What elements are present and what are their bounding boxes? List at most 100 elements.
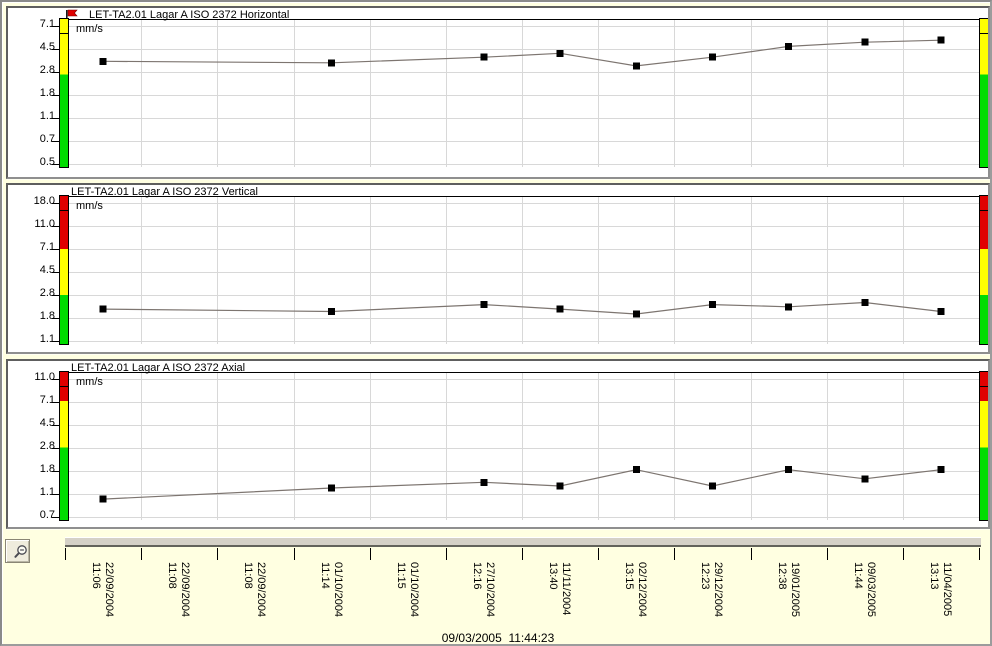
y-axis-tick-label: 7.1 [11, 241, 55, 254]
x-axis-tick [522, 548, 523, 560]
x-axis-label-time: 11:06 [89, 562, 102, 617]
x-axis-label-time: 12:23 [698, 562, 711, 617]
x-axis-label-time: 13:15 [622, 562, 635, 617]
data-point-marker[interactable] [557, 50, 564, 57]
gridlines [69, 197, 980, 344]
x-axis-tick [979, 548, 980, 560]
data-point-marker[interactable] [633, 62, 640, 69]
y-axis-tick-label: 7.1 [11, 18, 55, 31]
data-point-marker[interactable] [709, 54, 716, 61]
x-axis-tick [903, 548, 904, 560]
x-axis-label: 01/10/200411:15 [394, 562, 420, 617]
x-axis-label-date: 29/12/2004 [711, 562, 724, 617]
trend-chart-panel-vertical: LET-TA2.01 Lagar A ISO 2372 Vertical18.0… [6, 183, 990, 354]
x-axis-label-date: 22/09/2004 [102, 562, 115, 617]
x-axis-label: 22/09/200411:08 [165, 562, 191, 617]
alarm-zone-bar-left [59, 195, 69, 345]
data-point-marker[interactable] [861, 475, 868, 482]
data-point-marker[interactable] [937, 308, 944, 315]
x-axis-label: 11/11/200413:40 [546, 562, 572, 615]
x-axis-label-time: 12:38 [775, 562, 788, 617]
y-axis-tick-label: 2.8 [11, 64, 55, 77]
data-point-marker[interactable] [633, 311, 640, 318]
data-point-marker[interactable] [785, 303, 792, 310]
x-axis-tick [751, 548, 752, 560]
chart-plot-area[interactable] [8, 361, 988, 527]
data-point-marker[interactable] [480, 301, 487, 308]
data-point-marker[interactable] [709, 301, 716, 308]
data-point-marker[interactable] [480, 54, 487, 61]
y-axis-tick-label: 18.0 [11, 195, 55, 208]
data-point-marker[interactable] [100, 306, 107, 313]
x-axis-tick [370, 548, 371, 560]
y-axis-tick-label: 1.8 [11, 310, 55, 323]
unit-label: mm/s [76, 376, 103, 388]
data-point-marker[interactable] [557, 483, 564, 490]
x-axis-label: 27/10/200412:16 [470, 562, 496, 617]
x-axis-label: 02/12/200413:15 [622, 562, 648, 617]
data-point-marker[interactable] [100, 58, 107, 65]
x-axis-label: 11/04/200513:13 [927, 562, 953, 616]
x-axis-label-time: 11:15 [394, 562, 407, 617]
x-axis-area: 22/09/200411:0622/09/200411:0822/09/2004… [2, 536, 992, 646]
x-axis-label: 22/09/200411:06 [89, 562, 115, 617]
x-axis-label-time: 11:08 [241, 562, 254, 617]
x-axis-label-date: 02/12/2004 [635, 562, 648, 617]
x-axis-label-date: 22/09/2004 [254, 562, 267, 617]
x-axis-tick [598, 548, 599, 560]
y-axis-tick-label: 0.7 [11, 133, 55, 146]
x-axis-tick [294, 548, 295, 560]
magnifier-minus-icon [12, 544, 29, 561]
x-axis-label-time: 11:08 [165, 562, 178, 617]
gridlines [69, 20, 980, 167]
x-axis-label-date: 11/11/2004 [559, 562, 572, 615]
x-axis-label-date: 19/01/2005 [788, 562, 801, 617]
data-point-marker[interactable] [328, 485, 335, 492]
data-point-marker[interactable] [861, 299, 868, 306]
unit-label: mm/s [76, 200, 103, 212]
x-axis-label: 29/12/200412:23 [698, 562, 724, 617]
alarm-zone-bar-left [59, 371, 69, 521]
data-point-marker[interactable] [709, 483, 716, 490]
zoom-out-button[interactable] [5, 539, 30, 563]
y-axis-tick-label: 11.0 [11, 218, 55, 231]
y-axis-tick-label: 2.8 [11, 287, 55, 300]
data-point-marker[interactable] [633, 466, 640, 473]
chart-plot-area[interactable] [8, 8, 988, 177]
y-axis-tick-label: 2.8 [11, 440, 55, 453]
y-axis-tick-label: 0.5 [11, 156, 55, 169]
x-axis-label-date: 22/09/2004 [178, 562, 191, 617]
x-axis-label: 19/01/200512:38 [775, 562, 801, 617]
x-axis-tick [141, 548, 142, 560]
y-axis-tick-label: 4.5 [11, 417, 55, 430]
data-point-marker[interactable] [328, 308, 335, 315]
x-axis-label-date: 09/03/2005 [864, 562, 877, 617]
y-axis-tick-label: 1.1 [11, 333, 55, 346]
y-axis-tick-label: 11.0 [11, 371, 55, 384]
data-point-marker[interactable] [328, 59, 335, 66]
y-axis-tick-label: 1.8 [11, 463, 55, 476]
x-axis-label-time: 11:44 [851, 562, 864, 617]
x-axis-label-date: 27/10/2004 [483, 562, 496, 617]
x-axis-scrollbar[interactable] [65, 537, 981, 547]
data-point-marker[interactable] [480, 479, 487, 486]
trend-chart-panel-horizontal: LET-TA2.01 Lagar A ISO 2372 Horizontal7.… [6, 6, 990, 179]
y-axis-tick-label: 1.8 [11, 87, 55, 100]
x-axis-tick [827, 548, 828, 560]
data-point-marker[interactable] [557, 306, 564, 313]
y-axis-tick-label: 1.1 [11, 110, 55, 123]
y-axis-tick-label: 1.1 [11, 486, 55, 499]
alarm-zone-bar-right [979, 371, 988, 521]
data-point-marker[interactable] [785, 466, 792, 473]
data-point-marker[interactable] [785, 43, 792, 50]
x-axis-label-date: 01/10/2004 [331, 562, 344, 617]
chart-plot-area[interactable] [8, 185, 988, 352]
data-point-marker[interactable] [937, 37, 944, 44]
data-point-marker[interactable] [100, 496, 107, 503]
x-axis-label-date: 01/10/2004 [407, 562, 420, 617]
x-axis-tick [674, 548, 675, 560]
x-axis-tick [217, 548, 218, 560]
data-point-marker[interactable] [861, 39, 868, 46]
data-point-marker[interactable] [937, 466, 944, 473]
alarm-zone-bar-right [979, 195, 988, 345]
